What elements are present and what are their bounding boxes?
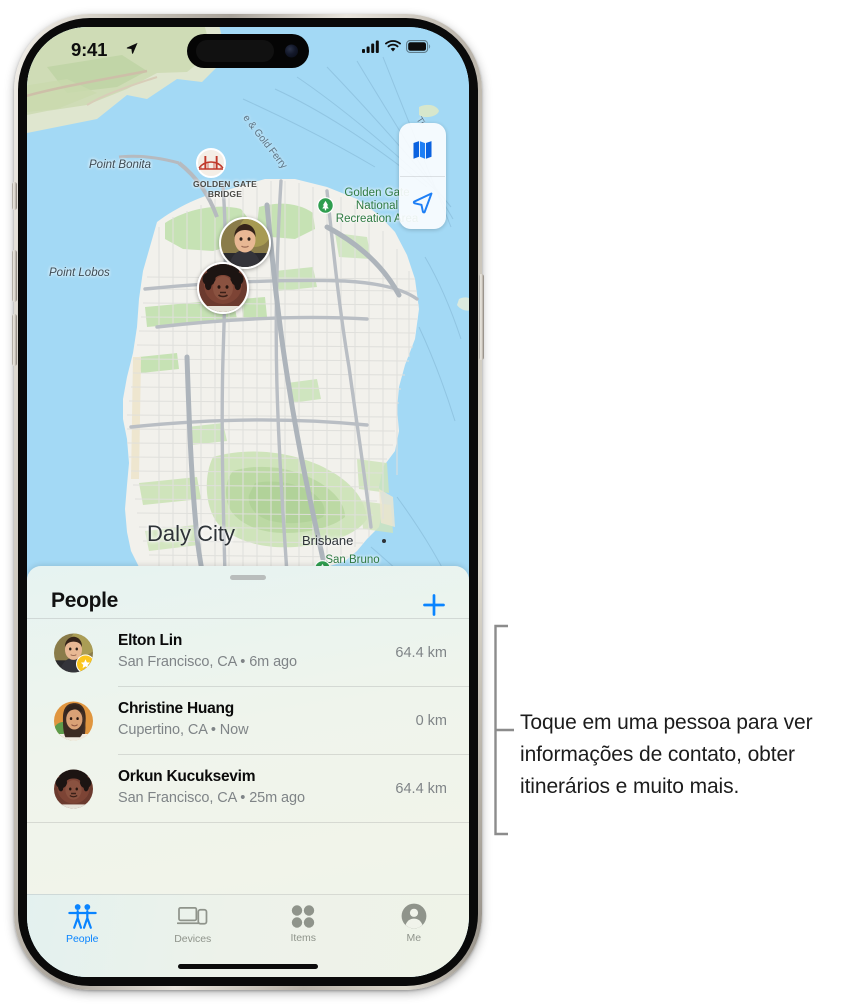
tab-people[interactable]: People [27,903,138,945]
sheet-header: People [27,566,469,619]
tab-label: Items [290,932,316,944]
page-title: People [51,589,119,612]
person-name: Orkun Kucuksevim [118,768,256,785]
volume-up-button[interactable] [12,250,17,302]
dynamic-island [187,34,309,68]
location-arrow-icon [126,42,138,54]
tab-label: Devices [174,933,212,945]
avatar [54,701,93,741]
avatar [54,633,93,673]
map-pin-orkun-kucuksevim[interactable] [197,262,249,314]
avatar-elton-map [221,219,269,267]
avatar-orkun-kucuksevim [54,769,93,809]
screen: Point Bonita Point Lobos GOLDEN GATE BRI… [27,27,469,977]
add-person-button[interactable] [419,590,449,620]
tab-bar-divider [27,894,469,895]
callout-bracket [494,624,514,836]
home-indicator[interactable] [178,964,318,969]
tab-devices[interactable]: Devices [138,903,249,945]
list-item[interactable]: Christine Huang Cupertino, CA • Now 0 km [27,687,469,755]
callout: Toque em uma pessoa para ver informações… [492,624,813,841]
star-icon [80,659,91,669]
person-subtitle: San Francisco, CA • 25m ago [118,790,305,806]
brisbane-dot [382,539,386,543]
volume-down-button[interactable] [12,314,17,366]
locate-me-button[interactable] [399,177,446,230]
tab-bar: People Devices Items Me [27,894,469,977]
front-camera [285,44,298,58]
status-bar: 9:41 [27,27,469,73]
avatar [54,769,93,809]
four-dots-icon [292,905,315,928]
map-mode-button[interactable] [399,123,446,176]
row-divider [27,822,469,823]
avatar-christine-huang [54,701,93,741]
person-distance: 64.4 km [395,645,447,661]
person-name: Elton Lin [118,632,183,649]
tab-me[interactable]: Me [359,903,470,944]
tab-items[interactable]: Items [248,903,359,944]
favorite-star-badge [76,654,93,673]
plus-icon [423,594,445,616]
cellular-bars-icon [362,40,379,53]
power-button[interactable] [479,274,484,360]
tab-label: People [66,933,99,945]
status-time: 9:41 [71,39,108,60]
island-pill [196,40,274,62]
navigation-arrow-icon [412,192,433,214]
avatar-orkun-map [199,264,247,312]
person-circle-icon [401,903,427,929]
person-name: Christine Huang [118,700,234,717]
iphone-device: Point Bonita Point Lobos GOLDEN GATE BRI… [12,14,484,990]
wifi-icon [385,40,401,52]
device-screen-inner: Point Bonita Point Lobos GOLDEN GATE BRI… [27,27,469,977]
battery-full-icon [406,40,431,53]
tab-label: Me [406,932,422,944]
park-marker-icon [317,197,334,214]
list-item[interactable]: Orkun Kucuksevim San Francisco, CA • 25m… [27,755,469,823]
person-subtitle: Cupertino, CA • Now [118,722,249,738]
map-book-icon [413,140,432,159]
action-button[interactable] [12,182,17,210]
callout-text: Toque em uma pessoa para ver informações… [520,711,813,798]
people-sheet[interactable]: People Elton Lin San Francisco, CA • 6m … [27,566,469,977]
status-indicators [362,40,431,53]
golden-gate-bridge-icon [196,148,226,178]
map-controls[interactable] [399,123,446,229]
person-distance: 0 km [415,713,447,729]
person-subtitle: San Francisco, CA • 6m ago [118,654,297,670]
laptop-phone-icon [177,906,208,925]
map-pin-elton-lin[interactable] [219,217,271,269]
two-people-icon [68,904,97,929]
list-item[interactable]: Elton Lin San Francisco, CA • 6m ago 64.… [27,619,469,687]
person-distance: 64.4 km [395,781,447,797]
